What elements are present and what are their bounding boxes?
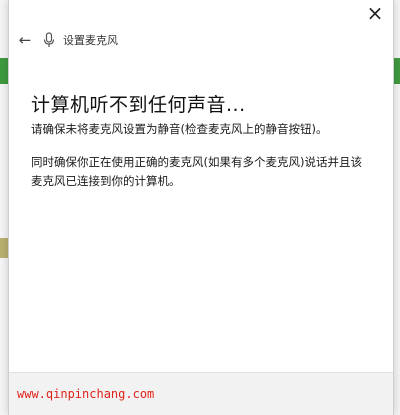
background-window-green-bar-left	[0, 58, 8, 84]
instruction-paragraph-connection: 同时确保你正在使用正确的麦克风(如果有多个麦克风)说话并且该麦克风已连接到你的计…	[31, 155, 362, 188]
back-button[interactable]: ←	[17, 30, 33, 50]
close-icon: ×	[366, 1, 384, 25]
background-window-link-fragment	[394, 16, 400, 32]
dialog-header-title: 设置麦克风	[63, 34, 118, 47]
background-window-left-edge	[0, 150, 8, 380]
page-title: 计算机听不到任何声音...	[31, 94, 246, 116]
microphone-setup-dialog: × ← 设置麦克风 计算机听不到任何声音... 请确保未将麦克风设置为静音(检查…	[8, 0, 394, 415]
microphone-icon	[43, 32, 55, 47]
close-button[interactable]: ×	[365, 1, 385, 25]
dialog-footer: www.qinpinchang.com	[9, 372, 393, 415]
watermark-text: www.qinpinchang.com	[17, 387, 155, 401]
back-arrow-icon: ←	[18, 31, 32, 49]
instruction-paragraph-mute: 请确保未将麦克风设置为静音(检查麦克风上的静音按钮)。	[31, 122, 328, 136]
dialog-header: ← 设置麦克风	[9, 28, 393, 52]
